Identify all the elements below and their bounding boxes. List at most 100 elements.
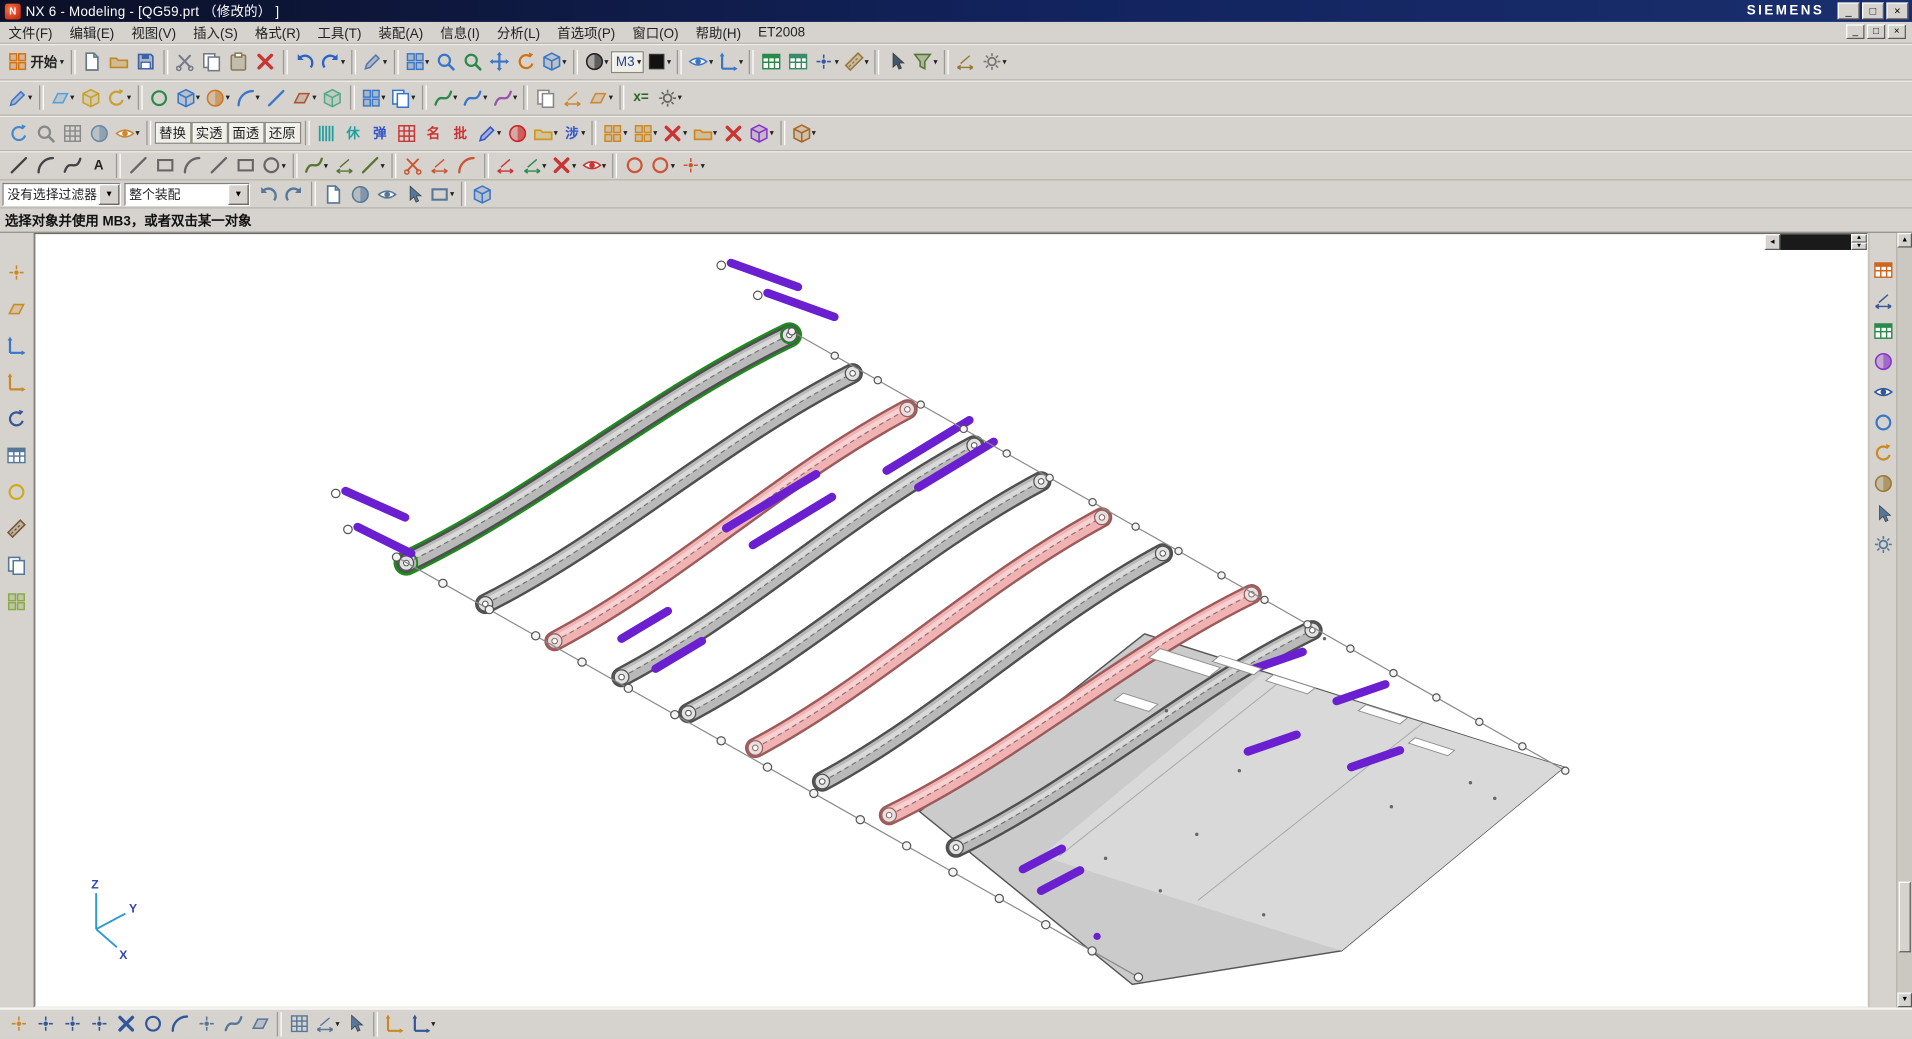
menu-item-analysis[interactable]: 分析(L) bbox=[488, 21, 548, 43]
circle-button[interactable] bbox=[621, 152, 648, 179]
select-back-button[interactable] bbox=[254, 180, 281, 207]
fit-view-button[interactable] bbox=[432, 48, 459, 75]
project-curve-button[interactable] bbox=[330, 152, 357, 179]
shaded-display-button[interactable] bbox=[85, 120, 112, 147]
assembly-navigator-tab[interactable] bbox=[1870, 257, 1896, 283]
scrollbar-thumb[interactable] bbox=[1899, 882, 1911, 953]
purple-tool-button[interactable]: ▾ bbox=[746, 120, 776, 147]
she-button[interactable]: 涉▾ bbox=[560, 120, 587, 147]
refresh-display-button[interactable] bbox=[5, 120, 32, 147]
menu-item-file[interactable]: 文件(F) bbox=[0, 21, 61, 43]
model-canvas[interactable]: ZYX bbox=[35, 234, 1867, 1006]
roles-tab[interactable] bbox=[1870, 501, 1896, 527]
plot-button[interactable]: ▾ bbox=[360, 48, 390, 75]
point-dialog-button[interactable] bbox=[4, 260, 30, 286]
menu-item-information[interactable]: 信息(I) bbox=[432, 21, 489, 43]
minimize-button[interactable]: _ bbox=[1838, 2, 1860, 19]
layers-button[interactable] bbox=[4, 552, 30, 578]
purple-insert-part[interactable] bbox=[1337, 684, 1386, 701]
snapshot-button[interactable] bbox=[319, 180, 346, 207]
constraint-navigator-tab[interactable] bbox=[1870, 288, 1896, 314]
yellow-folder-button[interactable]: ▾ bbox=[530, 120, 560, 147]
point-button[interactable]: ▾ bbox=[678, 152, 708, 179]
spreadsheet-button[interactable] bbox=[4, 443, 30, 469]
feature-more-button[interactable]: ▾ bbox=[654, 84, 684, 111]
palette-button[interactable] bbox=[4, 589, 30, 615]
redo-button[interactable]: ▾ bbox=[318, 48, 348, 75]
quick-extend-button[interactable] bbox=[426, 152, 453, 179]
paste-button[interactable] bbox=[225, 48, 252, 75]
purple-insert-part[interactable] bbox=[767, 293, 834, 317]
make-corner-button[interactable] bbox=[453, 152, 480, 179]
system-scenes-tab[interactable] bbox=[1870, 532, 1896, 558]
scroll-down-mini-button[interactable]: ▾ bbox=[1851, 242, 1867, 250]
check-overlap-button[interactable]: ▾ bbox=[660, 120, 690, 147]
rectangle-button[interactable] bbox=[151, 152, 178, 179]
menu-item-format[interactable]: 格式(R) bbox=[246, 21, 309, 43]
selection-cursor-button[interactable] bbox=[883, 48, 910, 75]
purple-insert-part[interactable] bbox=[622, 611, 668, 639]
edit-object-display-button[interactable]: ▾ bbox=[112, 120, 142, 147]
studio-surface-button[interactable]: ▾ bbox=[430, 84, 460, 111]
die-grid-button[interactable] bbox=[393, 120, 420, 147]
select-forward-button[interactable] bbox=[280, 180, 307, 207]
measure-angle-button[interactable] bbox=[952, 48, 979, 75]
view-m3-button[interactable]: M3▾ bbox=[611, 51, 644, 73]
cut-button[interactable] bbox=[171, 48, 198, 75]
grid-snap-button[interactable] bbox=[285, 1010, 312, 1037]
open-file-button[interactable] bbox=[105, 48, 132, 75]
control-point-snap-button[interactable] bbox=[85, 1010, 112, 1037]
rendering-style-button[interactable]: ▾ bbox=[581, 48, 611, 75]
through-curves-button[interactable]: ▾ bbox=[460, 84, 490, 111]
chevron-down-icon[interactable]: ▼ bbox=[99, 184, 120, 205]
menu-item-preferences[interactable]: 首选项(P) bbox=[549, 21, 624, 43]
fit-percent-button[interactable] bbox=[32, 120, 59, 147]
scroll-track[interactable] bbox=[1780, 234, 1851, 250]
circle-center-button[interactable]: ▾ bbox=[648, 152, 678, 179]
enable-snap-point-button[interactable] bbox=[5, 1010, 32, 1037]
show-constraints-button[interactable]: ▾ bbox=[579, 152, 609, 179]
expression-button[interactable]: x= bbox=[628, 84, 655, 111]
maximize-button[interactable]: □ bbox=[1862, 2, 1884, 19]
part-navigator-button[interactable] bbox=[785, 48, 812, 75]
menu-item-view[interactable]: 视图(V) bbox=[123, 21, 185, 43]
mold-tool-1-button[interactable]: ▾ bbox=[600, 120, 630, 147]
annotate-button[interactable]: ▾ bbox=[474, 120, 504, 147]
purple-insert-part[interactable] bbox=[358, 527, 412, 553]
child-close-button[interactable]: × bbox=[1888, 24, 1906, 39]
measure-distance-button[interactable]: ▾ bbox=[841, 48, 871, 75]
assembly-navigator-button[interactable] bbox=[758, 48, 785, 75]
chevron-down-icon[interactable]: ▼ bbox=[228, 184, 249, 205]
perspective-button[interactable]: ▾ bbox=[539, 48, 569, 75]
history-tab[interactable] bbox=[1870, 440, 1896, 466]
move-object-button[interactable]: ▾ bbox=[716, 48, 746, 75]
menu-item-et2008[interactable]: ET2008 bbox=[750, 24, 814, 41]
profile-button[interactable] bbox=[124, 152, 151, 179]
scrollbar-down-arrow[interactable]: ▼ bbox=[1897, 993, 1912, 1008]
shell-button[interactable] bbox=[319, 84, 346, 111]
pi-button[interactable]: 批 bbox=[447, 120, 474, 147]
pattern-feature-button[interactable]: ▾ bbox=[358, 84, 388, 111]
copy-button[interactable] bbox=[198, 48, 225, 75]
trim-body-button[interactable]: ▾ bbox=[289, 84, 319, 111]
auto-constrain-button[interactable]: ▾ bbox=[549, 152, 579, 179]
thicken-button[interactable] bbox=[532, 84, 559, 111]
highlight-toggle-button[interactable] bbox=[373, 180, 400, 207]
quick-pick-button[interactable] bbox=[469, 180, 496, 207]
mid-point-snap-button[interactable] bbox=[59, 1010, 86, 1037]
unite-button[interactable]: ▾ bbox=[202, 84, 232, 111]
offset-curve-button[interactable]: ▾ bbox=[301, 152, 331, 179]
hole-button[interactable] bbox=[146, 84, 173, 111]
end-point-snap-button[interactable] bbox=[32, 1010, 59, 1037]
new-file-button[interactable] bbox=[79, 48, 106, 75]
selection-scope-combo[interactable]: 整个装配 ▼ bbox=[124, 182, 250, 205]
system-materials-tab[interactable] bbox=[1870, 471, 1896, 497]
screen-position-button[interactable] bbox=[342, 1010, 369, 1037]
red-ball-button[interactable] bbox=[504, 120, 531, 147]
export-part-button[interactable]: ▾ bbox=[690, 120, 720, 147]
edge-blend-button[interactable]: ▾ bbox=[232, 84, 262, 111]
wcs-dynamics-button[interactable] bbox=[381, 1010, 408, 1037]
menu-item-edit[interactable]: 编辑(E) bbox=[61, 21, 123, 43]
studio-spline-button[interactable] bbox=[59, 152, 86, 179]
graphics-window[interactable]: ZYX ◂ ▴ ▾ XS 资料网 ZL.XS1616.COM bbox=[34, 233, 1868, 1007]
